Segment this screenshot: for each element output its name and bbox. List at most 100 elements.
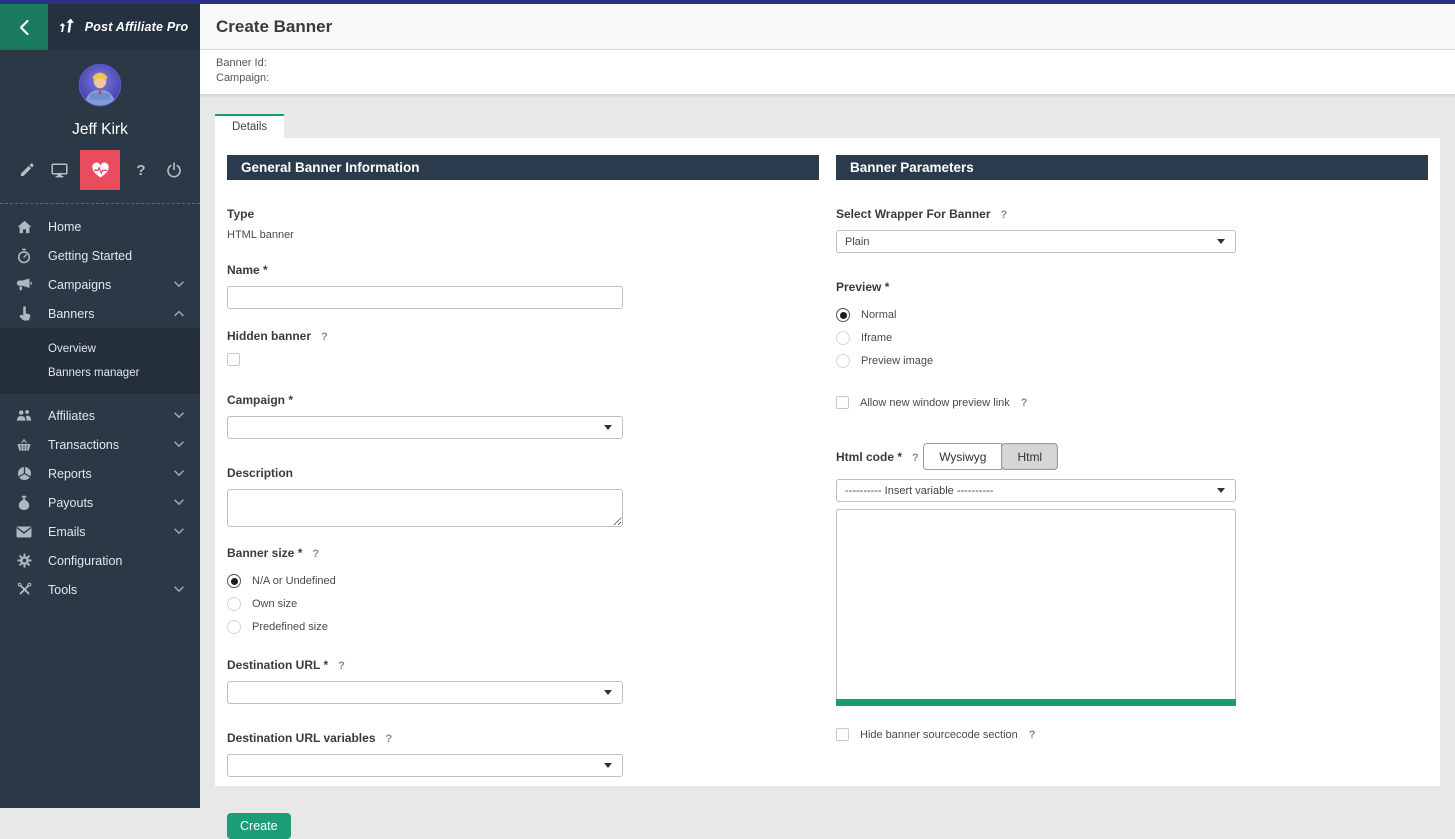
chevron-up-icon (174, 310, 184, 317)
allow-new-window-checkbox[interactable] (836, 396, 849, 409)
general-section-header: General Banner Information (227, 155, 819, 180)
sidebar-subitem-banners-manager[interactable]: Banners manager (0, 361, 200, 385)
main-area: Create Banner Banner Id: Campaign: Detai… (200, 4, 1455, 808)
user-name: Jeff Kirk (0, 121, 200, 139)
chevron-down-icon (174, 499, 184, 506)
app-logo[interactable]: Post Affiliate Pro (48, 4, 200, 50)
radio-icon[interactable] (227, 620, 241, 634)
campaign-select[interactable] (227, 416, 623, 439)
monitor-icon[interactable] (47, 158, 71, 182)
radio-icon[interactable] (836, 354, 850, 368)
page-title: Create Banner (216, 17, 332, 37)
users-icon (16, 408, 32, 424)
banner-size-option-na[interactable]: N/A or Undefined (227, 574, 819, 588)
html-code-label: Html code * (836, 450, 902, 464)
sidebar-item-transactions[interactable]: Transactions (0, 430, 200, 459)
power-icon[interactable] (162, 158, 186, 182)
hand-pointer-icon (16, 306, 32, 322)
preview-option-iframe[interactable]: Iframe (836, 331, 1428, 345)
help-icon[interactable]: ? (1029, 729, 1036, 741)
sidebar-item-home[interactable]: Home (0, 212, 200, 241)
banner-size-option-own[interactable]: Own size (227, 597, 819, 611)
help-icon[interactable]: ? (912, 452, 919, 464)
pie-chart-icon (16, 466, 32, 482)
radio-icon[interactable] (836, 331, 850, 345)
hide-sourcecode-row[interactable]: Hide banner sourcecode section ? (836, 728, 1428, 741)
quick-actions: ? (0, 141, 200, 199)
preview-option-normal[interactable]: Normal (836, 308, 1428, 322)
radio-checked-icon[interactable] (836, 308, 850, 322)
form-card: General Banner Information Type HTML ban… (215, 138, 1440, 786)
preview-option-preview-image[interactable]: Preview image (836, 354, 1428, 368)
destination-url-variables-select[interactable] (227, 754, 623, 777)
description-label: Description (227, 466, 293, 480)
sidebar-subitem-overview[interactable]: Overview (0, 337, 200, 361)
general-banner-section: General Banner Information Type HTML ban… (227, 155, 819, 839)
caret-down-icon (1217, 239, 1225, 244)
envelope-icon (16, 524, 32, 540)
chevron-down-icon (174, 441, 184, 448)
caret-down-icon (1217, 488, 1225, 493)
pencil-icon[interactable] (14, 158, 38, 182)
help-icon[interactable]: ? (1001, 209, 1008, 221)
sidebar: Post Affiliate Pro (0, 4, 200, 808)
sidebar-item-getting-started[interactable]: Getting Started (0, 241, 200, 270)
banners-submenu: Overview Banners manager (0, 328, 200, 394)
heart-pulse-icon (91, 162, 110, 179)
hidden-banner-checkbox[interactable] (227, 353, 240, 366)
help-icon[interactable]: ? (321, 331, 328, 343)
wrapper-label: Select Wrapper For Banner (836, 207, 991, 221)
editor-status-bar (836, 699, 1236, 706)
help-icon[interactable]: ? (338, 660, 345, 672)
money-bag-icon (16, 495, 32, 511)
html-button[interactable]: Html (1001, 443, 1058, 470)
sidebar-item-banners[interactable]: Banners (0, 299, 200, 328)
type-value: HTML banner (227, 229, 819, 241)
logo-text: Post Affiliate Pro (85, 20, 189, 34)
create-button[interactable]: Create (227, 813, 291, 839)
html-code-textarea[interactable] (836, 509, 1236, 699)
hidden-banner-label: Hidden banner (227, 329, 311, 343)
caret-down-icon (604, 690, 612, 695)
help-icon[interactable]: ? (312, 548, 319, 560)
sidebar-item-campaigns[interactable]: Campaigns (0, 270, 200, 299)
sidebar-item-emails[interactable]: Emails (0, 517, 200, 546)
divider (0, 203, 200, 204)
wrapper-select[interactable]: Plain (836, 230, 1236, 253)
banner-size-option-predefined[interactable]: Predefined size (227, 620, 819, 634)
user-profile: Jeff Kirk (0, 50, 200, 139)
help-icon[interactable]: ? (1021, 397, 1028, 409)
name-input[interactable] (227, 286, 623, 309)
tools-icon (16, 582, 32, 598)
description-textarea[interactable] (227, 489, 623, 527)
sidebar-item-reports[interactable]: Reports (0, 459, 200, 488)
chevron-left-icon (17, 19, 32, 36)
megaphone-icon (16, 277, 32, 293)
help-icon[interactable]: ? (386, 733, 393, 745)
caret-down-icon (604, 425, 612, 430)
allow-new-window-row[interactable]: Allow new window preview link ? (836, 396, 1428, 409)
destination-url-select[interactable] (227, 681, 623, 704)
collapse-sidebar-button[interactable] (0, 4, 48, 50)
question-icon[interactable]: ? (129, 158, 153, 182)
hide-sourcecode-checkbox[interactable] (836, 728, 849, 741)
radio-icon[interactable] (227, 597, 241, 611)
banner-meta: Banner Id: Campaign: (200, 50, 1455, 94)
sidebar-item-payouts[interactable]: Payouts (0, 488, 200, 517)
avatar[interactable] (78, 63, 122, 107)
name-label: Name * (227, 263, 268, 277)
radio-checked-icon[interactable] (227, 574, 241, 588)
sidebar-item-tools[interactable]: Tools (0, 575, 200, 604)
sidebar-header: Post Affiliate Pro (0, 4, 200, 50)
sidebar-menu: Home Getting Started Campaigns (0, 212, 200, 604)
insert-variable-select[interactable]: ---------- Insert variable ---------- (836, 479, 1236, 502)
type-label: Type (227, 207, 254, 221)
tab-details[interactable]: Details (215, 114, 284, 138)
editor-mode-toggle: Wysiwyg Html (923, 443, 1058, 470)
logo-arrows-icon (60, 18, 78, 36)
health-status-button[interactable] (80, 150, 120, 190)
caret-down-icon (604, 763, 612, 768)
sidebar-item-configuration[interactable]: Configuration (0, 546, 200, 575)
wysiwyg-button[interactable]: Wysiwyg (923, 443, 1002, 470)
sidebar-item-affiliates[interactable]: Affiliates (0, 401, 200, 430)
